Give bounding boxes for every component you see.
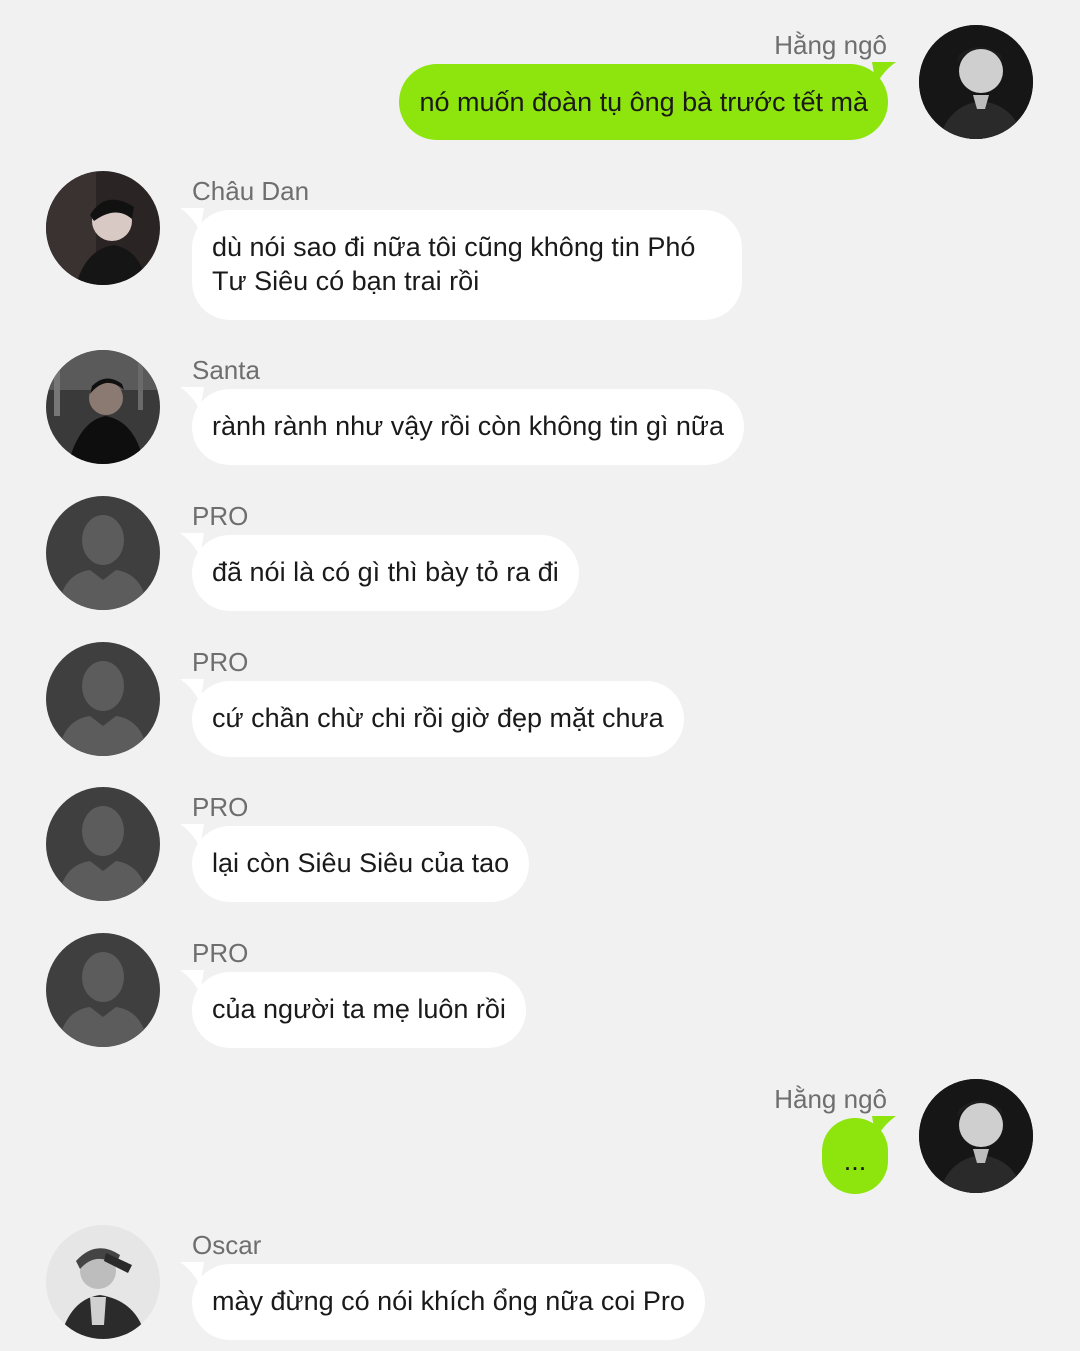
message-bubble[interactable]: mày đừng có nói khích ổng nữa coi Pro [192,1264,705,1340]
sender-name: Hằng ngô [774,1084,887,1114]
message-bubble[interactable]: nó muốn đoàn tụ ông bà trước tết mà [399,64,888,140]
user-avatar[interactable] [46,171,160,285]
message-bubble[interactable]: đã nói là có gì thì bày tỏ ra đi [192,535,579,611]
user-avatar[interactable] [46,1225,160,1339]
sender-name: Châu Dan [192,176,310,206]
user-avatar[interactable] [46,350,160,464]
user-avatar[interactable] [919,25,1033,139]
message-bubble[interactable]: lại còn Siêu Siêu của tao [192,826,530,902]
default-user-icon[interactable] [46,496,160,610]
message-bubble[interactable]: của người ta mẹ luôn rồi [192,972,526,1048]
message-bubble[interactable]: rành rành như vậy rồi còn không tin gì n… [192,389,744,465]
sender-name: Oscar [192,1230,262,1260]
default-user-icon[interactable] [46,787,160,901]
sender-name: PRO [192,501,249,531]
message-bubble[interactable]: cứ chần chừ chi rồi giờ đẹp mặt chưa [192,681,684,757]
sender-name: PRO [192,792,249,822]
default-user-icon[interactable] [46,933,160,1047]
user-avatar[interactable] [919,1079,1033,1193]
sender-name: PRO [192,647,249,677]
message-bubble[interactable]: dù nói sao đi nữa tôi cũng không tin Phó… [192,210,742,320]
message-bubble[interactable]: ... [822,1118,888,1194]
sender-name: Hằng ngô [774,30,887,60]
sender-name: PRO [192,938,249,968]
sender-name: Santa [192,355,260,385]
default-user-icon[interactable] [46,642,160,756]
